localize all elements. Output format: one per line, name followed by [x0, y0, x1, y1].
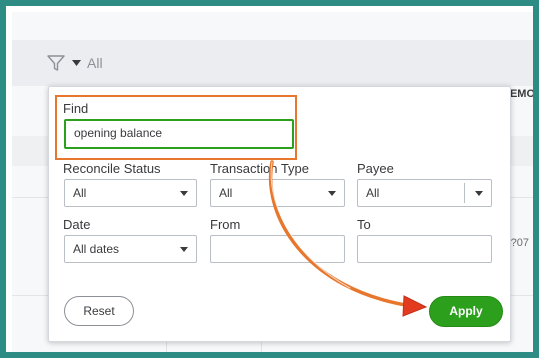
find-input[interactable]: opening balance [64, 119, 294, 149]
screenshot-frame: All EMO ?07 Find opening balance Reconci… [0, 0, 539, 358]
reconcile-status-label: Reconcile Status [63, 161, 161, 176]
payee-select[interactable]: All [357, 179, 492, 207]
transaction-type-select[interactable]: All [210, 179, 345, 207]
to-date-input[interactable] [357, 235, 492, 263]
filter-panel: Find opening balance Reconcile Status Al… [48, 86, 511, 342]
reconcile-status-value: All [73, 186, 87, 200]
caret-down-icon [328, 191, 336, 196]
funnel-icon [47, 55, 65, 71]
caret-down-icon [180, 247, 188, 252]
from-label: From [210, 217, 241, 232]
select-divider [464, 183, 465, 203]
payee-label: Payee [357, 161, 394, 176]
caret-down-icon [475, 191, 483, 196]
date-label: Date [63, 217, 91, 232]
register-page: All EMO ?07 Find opening balance Reconci… [12, 12, 533, 352]
to-label: To [357, 217, 371, 232]
filter-summary: All [87, 55, 103, 71]
caret-down-icon [72, 60, 81, 66]
payee-value: All [366, 186, 380, 200]
column-header-memo: EMO [509, 88, 533, 100]
transaction-type-value: All [219, 186, 233, 200]
filter-toolbar: All [12, 40, 533, 86]
date-select[interactable]: All dates [64, 235, 197, 263]
find-label: Find [63, 101, 89, 116]
transaction-type-label: Transaction Type [210, 161, 309, 176]
apply-button[interactable]: Apply [429, 296, 503, 327]
date-value: All dates [73, 242, 120, 256]
reset-button[interactable]: Reset [64, 296, 134, 326]
from-date-input[interactable] [210, 235, 345, 263]
filter-toggle[interactable]: All [46, 50, 103, 76]
reconcile-status-select[interactable]: All [64, 179, 197, 207]
table-cell: ?07 [510, 237, 529, 249]
caret-down-icon [180, 191, 188, 196]
